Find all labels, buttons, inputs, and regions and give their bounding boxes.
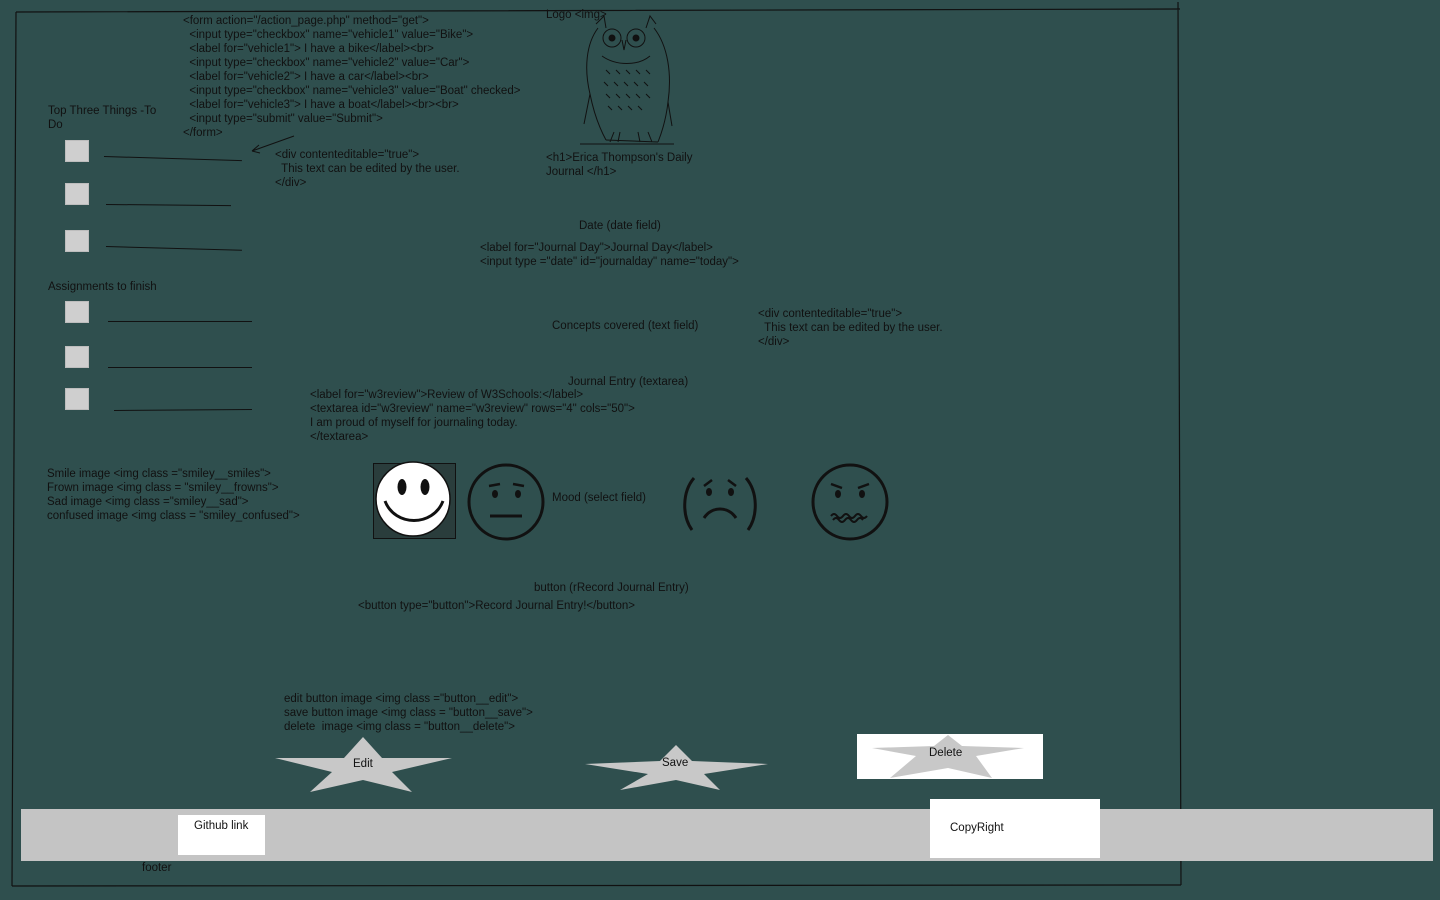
form-code-snippet: <form action="/action_page.php" method="… bbox=[183, 15, 521, 139]
assignment-checkbox-3[interactable] bbox=[65, 388, 89, 410]
copyright-text: CopyRight bbox=[950, 822, 1004, 834]
concepts-field-label: Concepts covered (text field) bbox=[552, 320, 699, 332]
record-button-label: button (rRecord Journal Entry) bbox=[534, 582, 689, 594]
footer-label: footer bbox=[142, 862, 172, 874]
assignment-line-2 bbox=[108, 367, 252, 368]
assignments-heading: Assignments to finish bbox=[48, 281, 157, 293]
smile-icon[interactable] bbox=[373, 461, 457, 539]
button-classes-snippet: edit button image <img class ="button__e… bbox=[284, 693, 533, 733]
journal-entry-label: Journal Entry (textarea) bbox=[568, 376, 689, 388]
todo-checkbox-1[interactable] bbox=[65, 140, 89, 162]
date-code-snippet: <label for="Journal Day">Journal Day</la… bbox=[480, 242, 739, 268]
sad-face-icon[interactable] bbox=[680, 470, 760, 538]
arrow-icon bbox=[251, 135, 295, 154]
github-link[interactable]: Github link bbox=[194, 819, 248, 833]
neutral-face-icon[interactable] bbox=[467, 463, 547, 541]
save-button[interactable]: Save bbox=[662, 756, 688, 770]
todo-heading: Top Three Things -To Do bbox=[48, 105, 157, 131]
todo-checkbox-2[interactable] bbox=[65, 183, 89, 205]
delete-button[interactable]: Delete bbox=[929, 746, 962, 760]
contenteditable-code-right: <div contenteditable="true"> This text c… bbox=[758, 308, 943, 348]
confused-face-icon[interactable] bbox=[811, 462, 891, 542]
date-field-label: Date (date field) bbox=[579, 220, 661, 232]
todo-checkbox-3[interactable] bbox=[65, 230, 89, 252]
textarea-code-snippet: <label for="w3review">Review of W3School… bbox=[310, 389, 635, 443]
page-title: <h1>Erica Thompson's Daily Journal </h1> bbox=[546, 152, 693, 178]
assignment-checkbox-1[interactable] bbox=[65, 301, 89, 323]
assignment-checkbox-2[interactable] bbox=[65, 346, 89, 368]
contenteditable-code-left: <div contenteditable="true"> This text c… bbox=[275, 149, 460, 189]
smiley-classes-snippet: Smile image <img class ="smiley__smiles"… bbox=[47, 468, 300, 522]
record-button-code: <button type="button">Record Journal Ent… bbox=[358, 600, 636, 612]
mood-field-label: Mood (select field) bbox=[552, 492, 646, 504]
owl-logo-icon bbox=[580, 14, 674, 145]
assignment-line-1 bbox=[108, 321, 252, 322]
edit-button[interactable]: Edit bbox=[353, 757, 373, 771]
